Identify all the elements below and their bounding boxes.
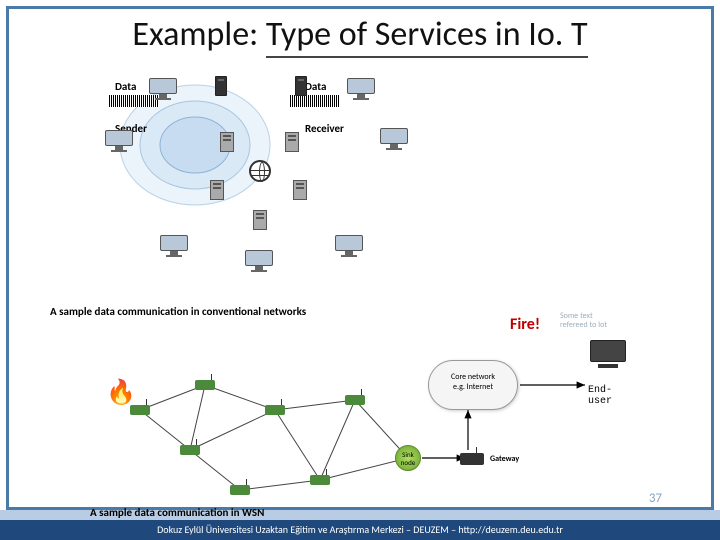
footer-text: Dokuz Eylül Üniversitesi Uzaktan Eğitim … bbox=[0, 520, 720, 540]
sensor-node-icon bbox=[345, 395, 365, 405]
sensor-node-icon bbox=[310, 475, 330, 485]
gateway-device-icon bbox=[460, 453, 484, 465]
label-data-left: Data bbox=[115, 80, 136, 93]
monitor-icon bbox=[149, 78, 177, 102]
label-data-right: Data bbox=[305, 80, 326, 93]
caption-conventional: A sample data communication in conventio… bbox=[50, 305, 306, 318]
server-icon bbox=[285, 132, 299, 152]
caption-wsn: A sample data communication in WSN bbox=[90, 506, 264, 519]
enduser-label: End-user bbox=[588, 385, 630, 407]
server-icon bbox=[253, 210, 267, 230]
page-number: 37 bbox=[649, 491, 662, 506]
server-icon bbox=[220, 132, 234, 152]
label-receiver: Receiver bbox=[305, 122, 344, 135]
enduser-pc-icon bbox=[590, 340, 626, 370]
fire-icon: 🔥 bbox=[106, 378, 136, 407]
monitor-icon bbox=[380, 128, 408, 152]
phone-icon bbox=[215, 76, 227, 96]
sensor-node-icon bbox=[195, 380, 215, 390]
monitor-icon bbox=[335, 235, 363, 259]
internet-cloud: Core networke.g. Internet bbox=[428, 360, 518, 410]
server-icon bbox=[293, 180, 307, 200]
sensor-node-icon bbox=[130, 405, 150, 415]
monitor-icon bbox=[105, 130, 133, 154]
extra-semi-visible-text: Some textrefereed to Iot bbox=[560, 312, 607, 330]
slide-title: Example: Type of Services in Io. T bbox=[0, 14, 720, 58]
sink-node: Sinknode bbox=[395, 445, 421, 471]
wsn-connection-lines bbox=[110, 350, 630, 530]
sensor-node-icon bbox=[180, 445, 200, 455]
fire-alert-text: Fire! bbox=[510, 315, 540, 334]
gateway-label: Gateway bbox=[490, 454, 519, 464]
content-area: Data Data Sender Receiver A sample bbox=[20, 60, 700, 500]
conventional-network-diagram: Data Data Sender Receiver bbox=[115, 80, 415, 215]
sensor-node-icon bbox=[230, 485, 250, 495]
monitor-icon bbox=[160, 235, 188, 259]
monitor-icon bbox=[245, 250, 273, 274]
globe-icon bbox=[249, 160, 271, 182]
server-icon bbox=[210, 180, 224, 200]
barcode-right bbox=[290, 95, 340, 107]
phone-icon bbox=[295, 76, 307, 96]
sensor-node-icon bbox=[265, 405, 285, 415]
monitor-icon bbox=[347, 78, 375, 102]
